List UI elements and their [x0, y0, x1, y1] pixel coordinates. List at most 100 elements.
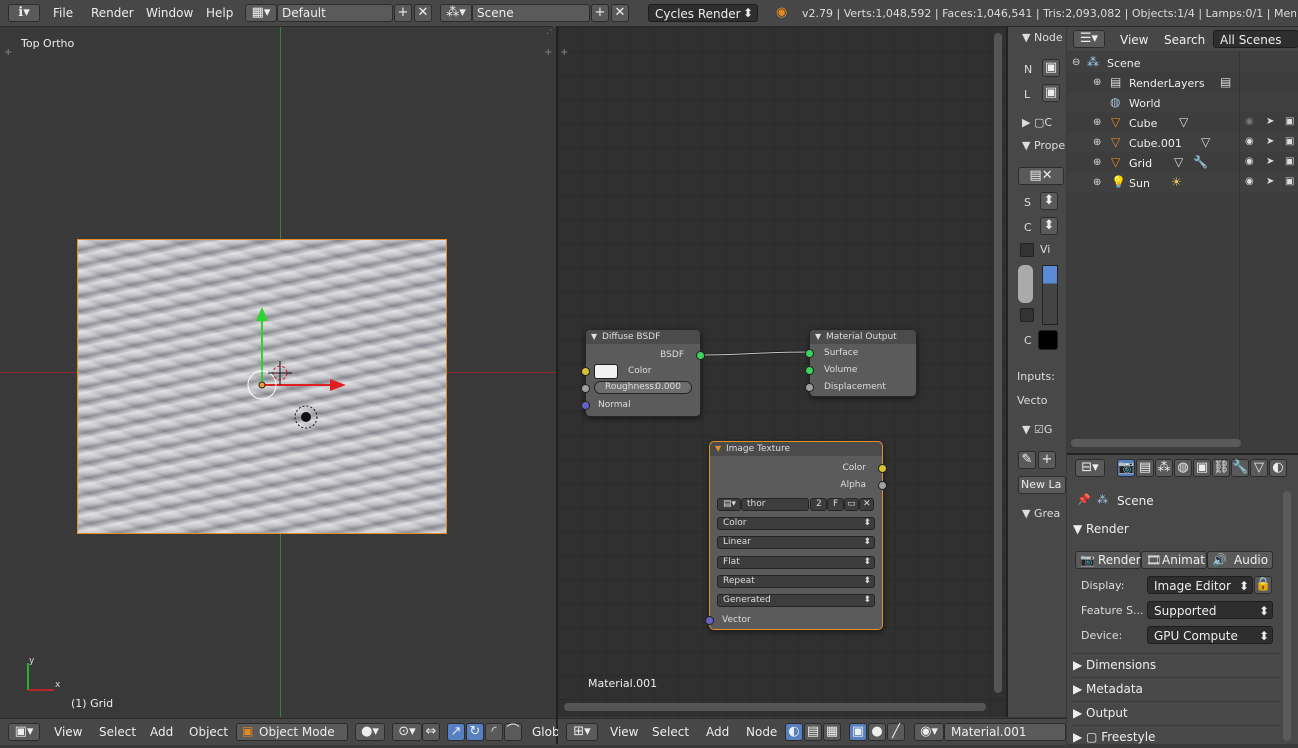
region-corner-plus-icon[interactable]: + [4, 47, 12, 58]
diffuse-bsdf-node[interactable]: ▼ Diffuse BSDF BSDF Color Roughness: 0.00… [581, 329, 705, 417]
layout-selector-button[interactable]: ▦▾ [245, 4, 277, 22]
select-cursor-icon[interactable]: ➤ [1266, 116, 1274, 127]
fake-user-button[interactable]: F [827, 498, 844, 511]
editor-type-button[interactable]: ☰▾ [1073, 30, 1105, 48]
render-tab-icon[interactable]: 📷 [1117, 459, 1135, 477]
interpolation-dropdown[interactable]: Linear ⬍ [717, 536, 875, 549]
menu-select[interactable]: Select [652, 725, 689, 739]
world-tab-icon[interactable]: ◍ [1174, 459, 1192, 477]
outliner-item-renderlayers[interactable]: ⊕ ▤ RenderLayers ▤ [1067, 73, 1298, 93]
node-header[interactable]: ▼ Image Texture [710, 442, 882, 456]
material-tab-icon[interactable]: ◐ [1269, 459, 1287, 477]
viewport-shading-button[interactable]: ●▾ [355, 723, 385, 741]
color-input-socket[interactable] [581, 367, 590, 376]
expand-icon[interactable]: ⊕ [1093, 157, 1101, 168]
visibility-eye-icon[interactable]: ◉ [1245, 136, 1254, 147]
grease-settings-header[interactable]: ▼ Grea [1022, 507, 1060, 520]
texture-tree-icon[interactable]: ▤ [804, 723, 822, 741]
c-dropdown[interactable]: ⬍ [1040, 217, 1058, 235]
outliner[interactable]: ☰▾ View Search All Scenes ⊖ ⁂ Scene ⊕ ▤ … [1067, 27, 1298, 453]
expand-icon[interactable]: ⊖ [1072, 57, 1080, 68]
image-texture-node[interactable]: ▼ Image Texture Color Alpha ▤▾ thor 2 F ▭… [705, 441, 887, 630]
color-ramp-strip[interactable] [1042, 265, 1058, 325]
visibility-eye-icon[interactable]: ◉ [1245, 116, 1254, 127]
menu-add[interactable]: Add [706, 725, 729, 739]
freestyle-panel-header[interactable]: ▶ ▢ Freestyle [1073, 725, 1279, 748]
layout-name-field[interactable]: Default [277, 4, 393, 22]
expand-icon[interactable]: ⊕ [1093, 77, 1101, 88]
collapse-triangle-icon[interactable]: ▼ [591, 330, 597, 344]
constraints-tab-icon[interactable]: ⛓ [1212, 459, 1230, 477]
select-cursor-icon[interactable]: ➤ [1266, 156, 1274, 167]
alpha-output-socket[interactable] [878, 481, 887, 490]
horizontal-scrollbar[interactable] [564, 703, 986, 711]
color-swatch[interactable] [1038, 330, 1058, 350]
image-name-field[interactable]: thor [741, 498, 809, 511]
add-scene-button[interactable]: + [591, 4, 609, 22]
node-header[interactable]: ▼ Material Output [810, 330, 916, 344]
properties-panel-header[interactable]: ▼ Prope [1022, 139, 1065, 152]
pencil-icon[interactable]: ✎ [1018, 451, 1036, 469]
lock-interface-icon[interactable]: 🔒 [1254, 576, 1272, 594]
image-users-count[interactable]: 2 [810, 498, 827, 511]
display-dropdown[interactable]: Image Editor ⬍ [1147, 576, 1253, 594]
surface-input-socket[interactable] [805, 349, 814, 358]
data-tab-icon[interactable]: ▽ [1250, 459, 1268, 477]
3d-viewport[interactable]: Top Ortho + + ⋰ y x (1) Grid [0, 25, 556, 717]
menu-help[interactable]: Help [206, 6, 233, 20]
menu-add[interactable]: Add [150, 725, 173, 739]
checkbox[interactable] [1020, 308, 1034, 322]
node-panel-header[interactable]: ▼ Node [1022, 31, 1063, 44]
outliner-item-world[interactable]: ◍ World [1067, 93, 1298, 113]
material-output-node[interactable]: ▼ Material Output Surface Volume Displace… [805, 329, 917, 397]
editor-type-button[interactable]: ⊟▾ [1075, 459, 1105, 477]
add-layout-button[interactable]: + [394, 4, 412, 22]
vertical-scrollbar[interactable] [1283, 491, 1291, 741]
device-dropdown[interactable]: GPU Compute ⬍ [1147, 626, 1273, 644]
new-layer-button[interactable]: New La [1018, 476, 1066, 494]
shader-tree-icon[interactable]: ◐ [785, 723, 803, 741]
remove-layout-button[interactable]: ✕ [414, 4, 432, 22]
displacement-input-socket[interactable] [805, 383, 814, 392]
menu-render[interactable]: Render [91, 6, 134, 20]
menu-window[interactable]: Window [146, 6, 193, 20]
object-shader-icon[interactable]: ▣ [849, 723, 867, 741]
menu-object[interactable]: Object [189, 725, 228, 739]
extension-dropdown[interactable]: Repeat ⬍ [717, 575, 875, 588]
image-thumbnail-button[interactable]: ▤✕ [1018, 167, 1064, 185]
color-swatch[interactable] [594, 364, 618, 379]
render-camera-icon[interactable]: ▣ [1285, 156, 1294, 167]
color-output-socket[interactable] [878, 464, 887, 473]
dimensions-panel-header[interactable]: ▶ Dimensions [1073, 653, 1279, 676]
pin-icon[interactable]: 📌 [1077, 493, 1091, 506]
unlink-image-icon[interactable]: ✕ [859, 498, 874, 511]
outliner-item-scene[interactable]: ⊖ ⁂ Scene [1067, 53, 1298, 73]
normal-input-socket[interactable] [581, 401, 590, 410]
outliner-item-sun[interactable]: ⊕ 💡 Sun ☀ ◉ ➤ ▣ [1067, 173, 1298, 193]
output-panel-header[interactable]: ▶ Output [1073, 701, 1279, 724]
add-icon[interactable]: + [1038, 451, 1056, 469]
compositing-tree-icon[interactable]: ▦ [823, 723, 841, 741]
translate-manipulator-icon[interactable]: ↗ [447, 723, 465, 741]
render-panel-header[interactable]: ▼ Render [1073, 518, 1279, 540]
s-dropdown[interactable]: ⬍ [1040, 192, 1058, 210]
info-editor-menu-button[interactable]: ℹ▾ [8, 4, 40, 22]
expand-icon[interactable]: ⊕ [1093, 137, 1101, 148]
alpha-slider[interactable] [1018, 265, 1033, 303]
collapse-triangle-icon[interactable]: ▼ [715, 442, 721, 456]
menu-view[interactable]: View [54, 725, 82, 739]
open-image-icon[interactable]: ▭ [844, 498, 859, 511]
area-split-corner-icon[interactable]: ⋰ [546, 25, 556, 36]
render-camera-icon[interactable]: ▣ [1285, 136, 1294, 147]
outliner-item-cube[interactable]: ⊕ ▽ Cube ▽ ◉ ➤ ▣ [1067, 113, 1298, 133]
render-button[interactable]: 📷 Render [1075, 551, 1141, 569]
vertical-scrollbar[interactable] [994, 33, 1002, 693]
menu-search[interactable]: Search [1164, 33, 1205, 47]
visibility-eye-icon[interactable]: ◉ [1245, 156, 1254, 167]
material-name-field[interactable]: Material.001 [944, 723, 1066, 741]
menu-select[interactable]: Select [99, 725, 136, 739]
grease-pencil-panel-header[interactable]: ▼ ☑G [1022, 423, 1052, 436]
expand-icon[interactable]: ⊕ [1093, 177, 1101, 188]
pivot-point-button[interactable]: ⊙▾ [392, 723, 422, 741]
scene-tab-icon[interactable]: ⁂ [1155, 459, 1173, 477]
